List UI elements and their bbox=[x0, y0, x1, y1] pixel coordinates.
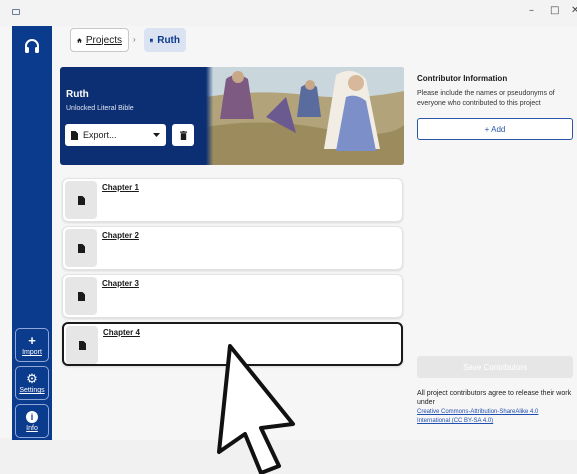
document-icon bbox=[71, 130, 78, 140]
project-banner: Ruth Unlocked Literal Bible Export... bbox=[60, 67, 404, 165]
info-label: Info bbox=[26, 424, 38, 432]
maximize-button[interactable]: □ bbox=[550, 5, 559, 16]
mouse-cursor-icon bbox=[217, 344, 295, 474]
trash-icon bbox=[179, 130, 187, 140]
chapter-title[interactable]: Chapter 3 bbox=[102, 279, 139, 288]
gear-icon: ⚙ bbox=[26, 371, 38, 386]
close-button[interactable]: ✕ bbox=[571, 5, 577, 16]
headphones-icon[interactable] bbox=[20, 34, 44, 58]
chapter-card[interactable]: Chapter 2 bbox=[62, 226, 403, 270]
caret-down-icon bbox=[153, 133, 160, 137]
add-contributor-button[interactable]: + Add bbox=[417, 118, 573, 140]
save-contributors-button[interactable]: Save Contributors bbox=[417, 356, 573, 378]
settings-label: Settings bbox=[19, 387, 45, 394]
app-window: – □ ✕ + Import ⚙ Settings i Info Project… bbox=[0, 0, 577, 474]
nav-sidebar: + Import ⚙ Settings i Info bbox=[12, 26, 52, 440]
chapter-title[interactable]: Chapter 1 bbox=[102, 183, 139, 192]
contributor-heading: Contributor Information bbox=[417, 74, 508, 83]
chapter-card[interactable]: Chapter 3 bbox=[62, 274, 403, 318]
breadcrumb-projects-label: Projects bbox=[85, 34, 122, 46]
main-content: Projects › Ruth Ruth Unlocked Literal Bi… bbox=[52, 26, 577, 440]
book-icon bbox=[150, 38, 153, 42]
breadcrumb-current-label: Ruth bbox=[157, 34, 180, 46]
info-button[interactable]: i Info bbox=[15, 404, 49, 438]
chapter-card[interactable]: Chapter 1 bbox=[62, 178, 403, 222]
project-version: Unlocked Literal Bible bbox=[66, 105, 134, 112]
document-icon bbox=[77, 195, 85, 205]
export-label: Export... bbox=[83, 130, 117, 140]
document-icon bbox=[77, 243, 85, 253]
chapter-icon-tile bbox=[66, 326, 98, 364]
license-agreement-text: All project contributors agree to releas… bbox=[417, 390, 572, 406]
license-link[interactable]: Creative Commons-Attribution-ShareAlike … bbox=[417, 408, 573, 426]
ruth-gleaning-illustration bbox=[206, 67, 404, 165]
info-icon: i bbox=[26, 410, 38, 423]
document-icon bbox=[78, 340, 86, 350]
window-titlebar: – □ ✕ bbox=[0, 0, 577, 26]
contributor-description: Please include the names or pseudonyms o… bbox=[417, 90, 555, 107]
home-icon bbox=[77, 37, 82, 43]
breadcrumb-current-project[interactable]: Ruth bbox=[144, 28, 186, 52]
chapter-icon-tile bbox=[65, 181, 97, 219]
export-dropdown-button[interactable]: Export... bbox=[65, 124, 166, 146]
breadcrumb-separator: › bbox=[133, 35, 136, 44]
chapter-title[interactable]: Chapter 4 bbox=[103, 328, 140, 337]
chapter-title[interactable]: Chapter 2 bbox=[102, 231, 139, 240]
document-icon bbox=[77, 291, 85, 301]
import-button[interactable]: + Import bbox=[15, 328, 49, 362]
project-title: Ruth bbox=[66, 89, 89, 100]
breadcrumb-projects[interactable]: Projects bbox=[70, 28, 129, 52]
chapter-icon-tile bbox=[65, 229, 97, 267]
chapter-icon-tile bbox=[65, 277, 97, 315]
settings-button[interactable]: ⚙ Settings bbox=[15, 366, 49, 400]
delete-project-button[interactable] bbox=[172, 124, 194, 146]
app-window-icon bbox=[12, 9, 20, 15]
import-label: Import bbox=[22, 349, 42, 356]
plus-icon: + bbox=[28, 333, 36, 348]
minimize-button[interactable]: – bbox=[529, 5, 534, 16]
